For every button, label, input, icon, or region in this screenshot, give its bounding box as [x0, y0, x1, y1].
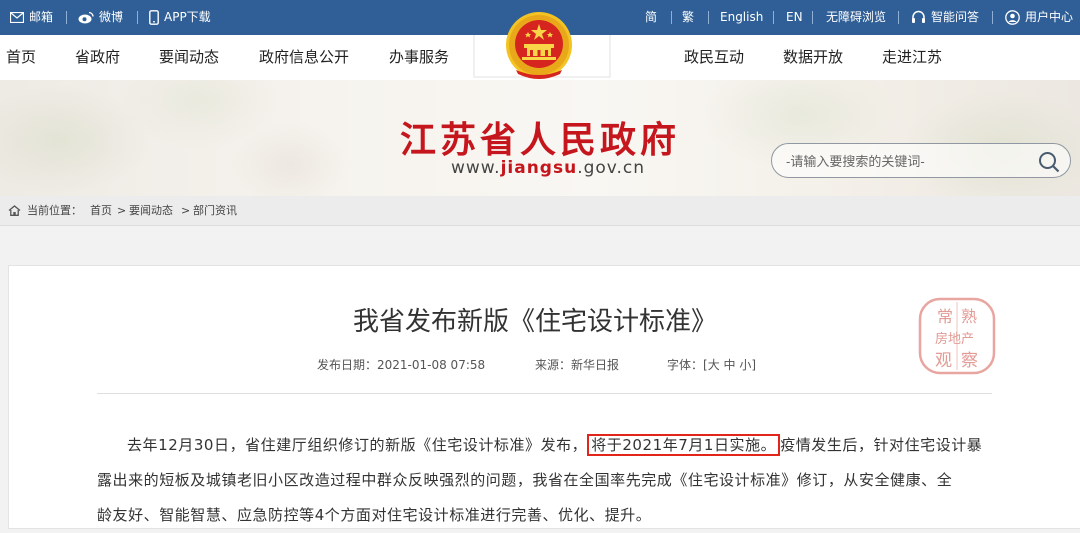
svg-text:常: 常 — [937, 307, 953, 326]
mail-link[interactable]: 邮箱 — [10, 0, 53, 35]
nav-open-data[interactable]: 数据开放 — [783, 35, 843, 80]
font-size-small[interactable]: 小] — [739, 358, 756, 372]
english-label: English — [720, 10, 764, 24]
article-line-1: 去年12月30日，省住建厅组织修订的新版《住宅设计标准》发布， 将于2021年7月… — [97, 428, 992, 463]
search-icon[interactable] — [1038, 151, 1060, 173]
svg-text:房地产: 房地产 — [935, 331, 974, 347]
site-url-suffix: .gov.cn — [577, 158, 646, 178]
nav-info-disclosure[interactable]: 政府信息公开 — [259, 35, 349, 80]
publish-date: 发布日期：2021-01-08 07:58 — [317, 358, 486, 372]
nav-news[interactable]: 要闻动态 — [159, 35, 219, 80]
weibo-link[interactable]: 微博 — [78, 0, 123, 35]
nav-about-jiangsu[interactable]: 走进江苏 — [882, 35, 942, 80]
en-label: EN — [786, 10, 803, 24]
article-text: 龄友好、智能智慧、应急防控等4个方面对住宅设计标准进行完善、优化、提升。 — [97, 506, 652, 524]
smart-qa-label: 智能问答 — [931, 10, 980, 24]
traditional-label: 繁 — [682, 10, 695, 24]
article-text: 去年12月30日，省住建厅组织修订的新版《住宅设计标准》发布， — [127, 436, 588, 454]
title-divider — [97, 393, 992, 394]
smart-qa-link[interactable]: 智能问答 — [911, 0, 979, 35]
article-line-3: 龄友好、智能智慧、应急防控等4个方面对住宅设计标准进行完善、优化、提升。 — [97, 498, 992, 533]
font-size-large[interactable]: [大 — [703, 358, 720, 372]
svg-text:熟: 熟 — [961, 307, 977, 326]
app-download-label: APP下载 — [164, 10, 211, 24]
user-center-label: 用户中心 — [1025, 10, 1074, 24]
mail-icon — [10, 12, 24, 23]
phone-icon — [149, 10, 159, 25]
user-icon — [1005, 10, 1020, 25]
home-icon — [8, 205, 21, 216]
search-input[interactable] — [786, 151, 1036, 171]
search-box — [771, 143, 1071, 178]
nav-services[interactable]: 办事服务 — [389, 35, 449, 80]
site-title: 江苏省人民政府 — [400, 119, 681, 161]
article-line-2: 露出来的短板及城镇老旧小区改造过程中群众反映强烈的问题，我省在全国率先完成《住宅… — [97, 463, 992, 498]
headset-icon — [912, 10, 925, 23]
breadcrumb-news[interactable]: 要闻动态 — [129, 196, 173, 226]
watermark-stamp: 常 熟 房地产 观 察 — [918, 297, 996, 375]
simplified-chinese-link[interactable]: 简 — [645, 0, 657, 35]
article-source: 来源：新华日报 — [535, 358, 620, 372]
en-link[interactable]: EN — [786, 0, 803, 35]
site-url-highlight: jiangsu — [500, 158, 578, 178]
nav-provincial-government[interactable]: 省政府 — [75, 35, 120, 80]
font-size-control: 字体：[大 中 小] — [667, 356, 756, 373]
breadcrumb-separator: > — [117, 204, 127, 217]
user-center-link[interactable]: 用户中心 — [1005, 0, 1073, 35]
national-emblem — [472, 0, 612, 88]
article-text: 露出来的短板及城镇老旧小区改造过程中群众反映强烈的问题，我省在全国率先完成《住宅… — [97, 471, 953, 489]
breadcrumb: 当前位置： 首页 > 要闻动态 > 部门资讯 — [0, 196, 1080, 226]
font-size-label: 字体： — [667, 358, 704, 372]
weibo-label: 微博 — [99, 10, 124, 24]
mail-label: 邮箱 — [29, 10, 54, 24]
article-title: 我省发布新版《住宅设计标准》 — [353, 307, 718, 337]
accessible-browse-link[interactable]: 无障碍浏览 — [826, 0, 886, 35]
accessible-label: 无障碍浏览 — [826, 10, 887, 24]
site-url[interactable]: www.jiangsu.gov.cn — [451, 158, 645, 178]
article-text: 疫情发生后，针对住宅设计暴 — [780, 436, 983, 454]
svg-text:观: 观 — [935, 351, 952, 371]
site-url-prefix: www. — [451, 158, 501, 178]
nav-interaction[interactable]: 政民互动 — [684, 35, 744, 80]
weibo-icon — [78, 11, 94, 24]
traditional-chinese-link[interactable]: 繁 — [682, 0, 694, 35]
highlighted-implementation-date: 将于2021年7月1日实施。 — [587, 434, 781, 456]
national-emblem-icon — [472, 12, 612, 79]
app-download-link[interactable]: APP下载 — [149, 0, 211, 35]
simplified-label: 简 — [645, 10, 658, 24]
breadcrumb-label: 当前位置： — [27, 204, 82, 217]
site-banner: 江苏省人民政府 www.jiangsu.gov.cn — [0, 80, 1080, 196]
breadcrumb-home[interactable]: 首页 — [90, 196, 112, 226]
font-size-medium[interactable]: 中 — [724, 358, 736, 372]
article-body: 去年12月30日，省住建厅组织修订的新版《住宅设计标准》发布， 将于2021年7月… — [97, 428, 992, 533]
nav-home[interactable]: 首页 — [6, 35, 36, 80]
english-link[interactable]: English — [720, 0, 763, 35]
breadcrumb-separator: > — [181, 204, 191, 217]
breadcrumb-dept-news[interactable]: 部门资讯 — [193, 196, 237, 226]
svg-text:察: 察 — [961, 351, 978, 371]
article-card: 我省发布新版《住宅设计标准》 发布日期：2021-01-08 07:58 来源：… — [8, 265, 1080, 529]
